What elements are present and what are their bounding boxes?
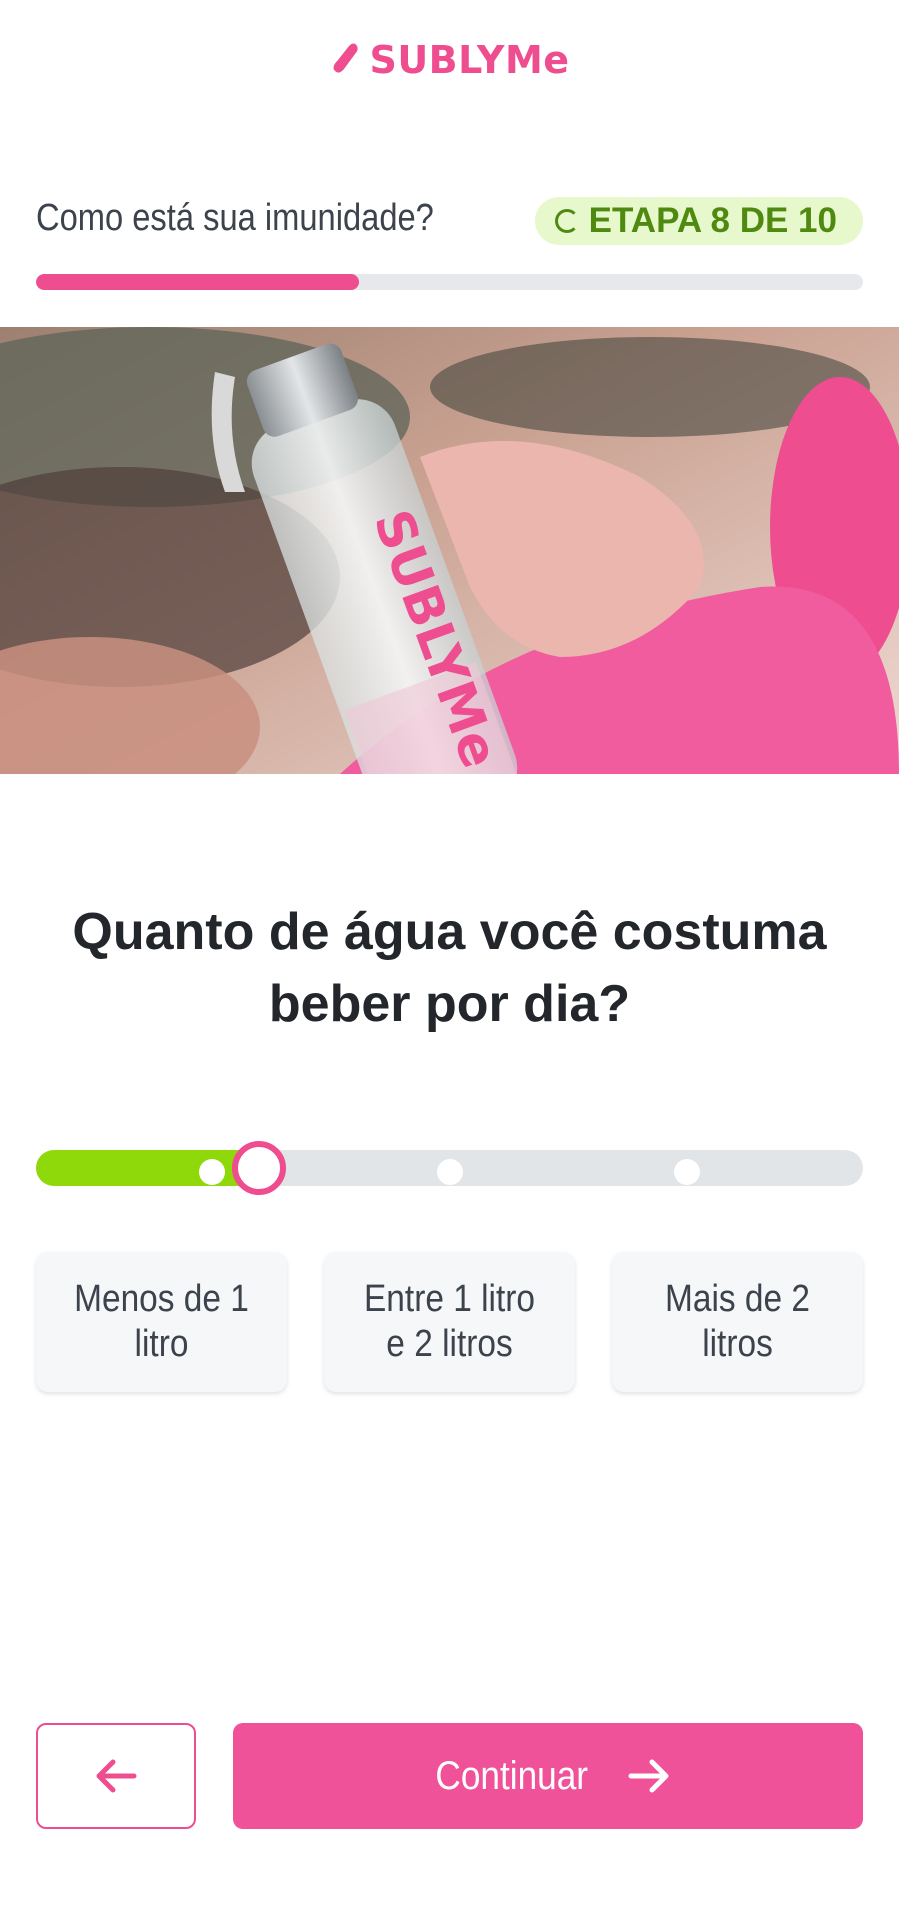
logo-mark-icon [333, 43, 359, 73]
option-1-to-2-liters[interactable]: Entre 1 litro e 2 litros [324, 1252, 575, 1392]
slider-thumb[interactable] [232, 1141, 287, 1195]
slider-stop-1[interactable] [199, 1159, 226, 1185]
slider-stop-3[interactable] [673, 1159, 700, 1185]
brand-name: SUBLYMe [369, 38, 570, 82]
hero-image: SUBLYMe [0, 327, 899, 774]
option-less-than-1-liter[interactable]: Menos de 1 litro [36, 1252, 287, 1392]
arrow-left-icon [96, 1759, 137, 1793]
back-button[interactable] [36, 1723, 196, 1829]
progress-bar [36, 274, 863, 290]
step-title: Como está sua imunidade? [36, 197, 434, 239]
spinner-icon [554, 209, 579, 233]
brand-logo: SUBLYMe [0, 38, 899, 82]
water-slider[interactable] [36, 1141, 863, 1195]
slider-stop-2[interactable] [436, 1159, 463, 1185]
step-badge: ETAPA 8 DE 10 [534, 197, 863, 245]
progress-bar-fill [36, 274, 359, 290]
answer-options: Menos de 1 litro Entre 1 litro e 2 litro… [36, 1252, 863, 1392]
question-title: Quanto de água você costuma beber por di… [72, 903, 827, 1033]
continue-button[interactable]: Continuar [233, 1723, 863, 1829]
option-more-than-2-liters[interactable]: Mais de 2 litros [612, 1252, 863, 1392]
arrow-right-icon [628, 1759, 669, 1793]
step-badge-label: ETAPA 8 DE 10 [588, 201, 837, 240]
continue-label: Continuar [435, 1753, 589, 1798]
hero-photo: SUBLYMe [0, 327, 899, 774]
slider-fill [36, 1150, 260, 1186]
